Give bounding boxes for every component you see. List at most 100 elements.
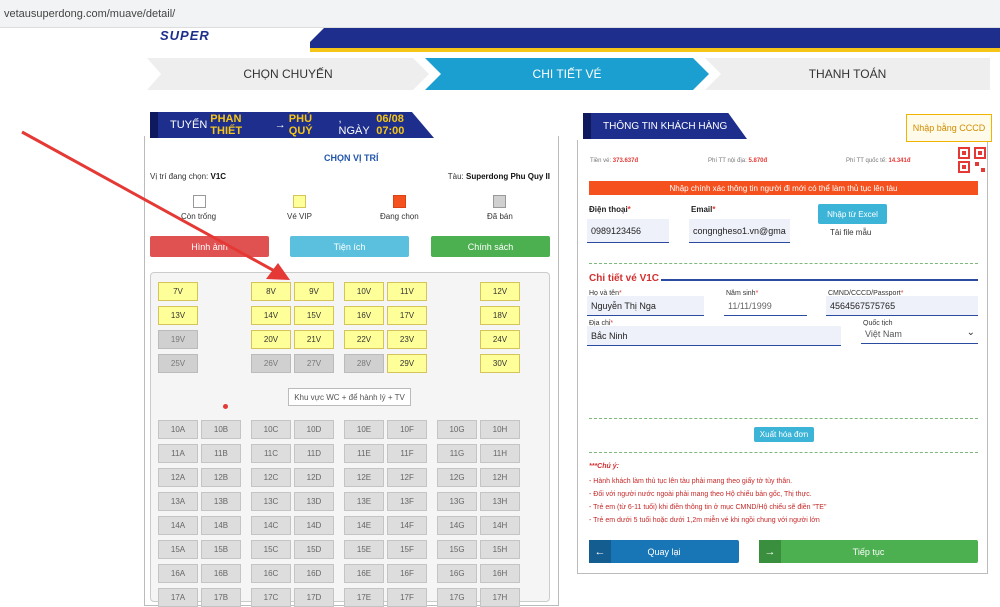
seat-30V[interactable]: 30V (480, 354, 520, 373)
seat-14B[interactable]: 14B (201, 516, 241, 535)
dob-input[interactable] (724, 296, 807, 316)
seat-11V[interactable]: 11V (387, 282, 427, 301)
seat-10V[interactable]: 10V (344, 282, 384, 301)
seat-15A[interactable]: 15A (158, 540, 198, 559)
seat-16D[interactable]: 16D (294, 564, 334, 583)
seat-13E[interactable]: 13E (344, 492, 384, 511)
seat-11D[interactable]: 11D (294, 444, 334, 463)
seat-17C[interactable]: 17C (251, 588, 291, 607)
seat-25V[interactable]: 25V (158, 354, 198, 373)
seat-14C[interactable]: 14C (251, 516, 291, 535)
seat-11G[interactable]: 11G (437, 444, 477, 463)
seat-18V[interactable]: 18V (480, 306, 520, 325)
seat-10H[interactable]: 10H (480, 420, 520, 439)
seat-10E[interactable]: 10E (344, 420, 384, 439)
phone-input[interactable] (587, 219, 669, 243)
download-template-link[interactable]: Tải file mẫu (830, 228, 871, 237)
seat-17H[interactable]: 17H (480, 588, 520, 607)
seat-11B[interactable]: 11B (201, 444, 241, 463)
policy-button[interactable]: Chính sách (431, 236, 550, 257)
seat-16E[interactable]: 16E (344, 564, 384, 583)
name-input[interactable] (587, 296, 704, 316)
seat-15H[interactable]: 15H (480, 540, 520, 559)
seat-24V[interactable]: 24V (480, 330, 520, 349)
seat-17E[interactable]: 17E (344, 588, 384, 607)
seat-16V[interactable]: 16V (344, 306, 384, 325)
seat-8V[interactable]: 8V (251, 282, 291, 301)
step-ticket-detail[interactable]: CHI TIẾT VÉ (425, 58, 709, 90)
amenities-button[interactable]: Tiện ích (290, 236, 409, 257)
seat-12F[interactable]: 12F (387, 468, 427, 487)
seat-28V[interactable]: 28V (344, 354, 384, 373)
seat-14D[interactable]: 14D (294, 516, 334, 535)
address-input[interactable] (587, 326, 841, 346)
seat-10G[interactable]: 10G (437, 420, 477, 439)
images-button[interactable]: Hình ảnh (150, 236, 269, 257)
seat-13A[interactable]: 13A (158, 492, 198, 511)
seat-11F[interactable]: 11F (387, 444, 427, 463)
seat-12G[interactable]: 12G (437, 468, 477, 487)
seat-11H[interactable]: 11H (480, 444, 520, 463)
seat-9V[interactable]: 9V (294, 282, 334, 301)
seat-12H[interactable]: 12H (480, 468, 520, 487)
seat-26V[interactable]: 26V (251, 354, 291, 373)
back-button[interactable]: ← Quay lại (589, 540, 739, 563)
seat-17A[interactable]: 17A (158, 588, 198, 607)
seat-23V[interactable]: 23V (387, 330, 427, 349)
seat-14V[interactable]: 14V (251, 306, 291, 325)
site-logo[interactable]: SUPER (160, 28, 210, 43)
seat-16H[interactable]: 16H (480, 564, 520, 583)
step-payment[interactable]: THANH TOÁN (705, 58, 990, 90)
seat-13C[interactable]: 13C (251, 492, 291, 511)
step-choose-trip[interactable]: CHỌN CHUYẾN (147, 58, 429, 90)
seat-20V[interactable]: 20V (251, 330, 291, 349)
seat-22V[interactable]: 22V (344, 330, 384, 349)
export-invoice-button[interactable]: Xuất hóa đơn (754, 427, 814, 442)
seat-15E[interactable]: 15E (344, 540, 384, 559)
seat-15C[interactable]: 15C (251, 540, 291, 559)
seat-17D[interactable]: 17D (294, 588, 334, 607)
seat-13H[interactable]: 13H (480, 492, 520, 511)
seat-13G[interactable]: 13G (437, 492, 477, 511)
cccd-import-button[interactable]: Nhập bằng CCCD (906, 114, 992, 142)
seat-15G[interactable]: 15G (437, 540, 477, 559)
seat-11C[interactable]: 11C (251, 444, 291, 463)
seat-10C[interactable]: 10C (251, 420, 291, 439)
seat-12C[interactable]: 12C (251, 468, 291, 487)
import-excel-button[interactable]: Nhập từ Excel (818, 204, 887, 224)
nationality-select[interactable]: Việt Nam ⌄ (861, 326, 978, 344)
seat-10A[interactable]: 10A (158, 420, 198, 439)
seat-13D[interactable]: 13D (294, 492, 334, 511)
seat-12A[interactable]: 12A (158, 468, 198, 487)
seat-17B[interactable]: 17B (201, 588, 241, 607)
seat-15V[interactable]: 15V (294, 306, 334, 325)
seat-13B[interactable]: 13B (201, 492, 241, 511)
seat-15F[interactable]: 15F (387, 540, 427, 559)
seat-16B[interactable]: 16B (201, 564, 241, 583)
seat-17F[interactable]: 17F (387, 588, 427, 607)
next-button[interactable]: → Tiếp tục (759, 540, 978, 563)
seat-13F[interactable]: 13F (387, 492, 427, 511)
seat-16C[interactable]: 16C (251, 564, 291, 583)
seat-11A[interactable]: 11A (158, 444, 198, 463)
seat-14E[interactable]: 14E (344, 516, 384, 535)
email-input[interactable] (689, 219, 790, 243)
seat-16A[interactable]: 16A (158, 564, 198, 583)
seat-16G[interactable]: 16G (437, 564, 477, 583)
seat-13V[interactable]: 13V (158, 306, 198, 325)
seat-12B[interactable]: 12B (201, 468, 241, 487)
seat-12D[interactable]: 12D (294, 468, 334, 487)
seat-11E[interactable]: 11E (344, 444, 384, 463)
seat-21V[interactable]: 21V (294, 330, 334, 349)
seat-12E[interactable]: 12E (344, 468, 384, 487)
address-bar[interactable]: vetausuperdong.com/muave/detail/ (0, 0, 1000, 28)
qr-code-icon[interactable] (958, 147, 986, 173)
seat-15B[interactable]: 15B (201, 540, 241, 559)
seat-12V[interactable]: 12V (480, 282, 520, 301)
seat-10B[interactable]: 10B (201, 420, 241, 439)
seat-27V[interactable]: 27V (294, 354, 334, 373)
seat-17V[interactable]: 17V (387, 306, 427, 325)
seat-10D[interactable]: 10D (294, 420, 334, 439)
seat-29V[interactable]: 29V (387, 354, 427, 373)
seat-7V[interactable]: 7V (158, 282, 198, 301)
